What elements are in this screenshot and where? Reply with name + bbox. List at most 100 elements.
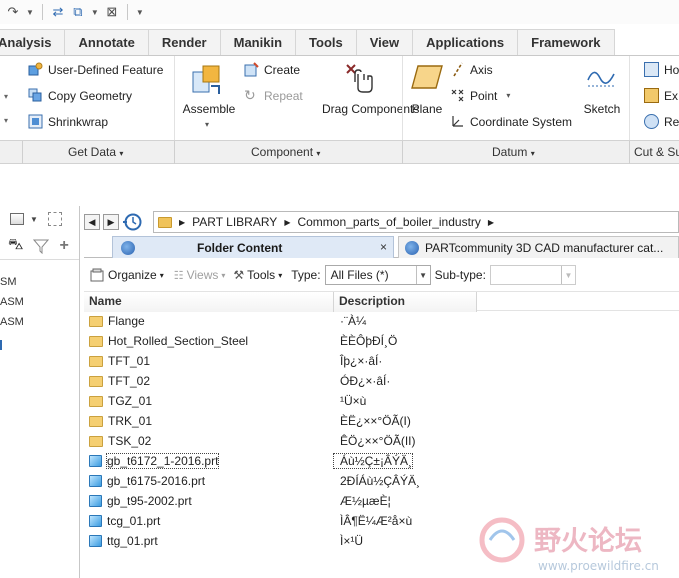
create-button[interactable]: Create <box>244 62 300 77</box>
back-button[interactable]: ◀ <box>84 214 100 230</box>
chevron-down-icon[interactable]: ▼ <box>30 215 38 224</box>
axis-button[interactable]: Axis <box>450 62 493 77</box>
file-name-cell[interactable]: gb_t6175-2016.prt <box>84 474 334 488</box>
chevron-down-icon[interactable]: ▼ <box>415 266 430 284</box>
sketch-icon[interactable] <box>586 62 616 92</box>
list-item[interactable]: ASM <box>0 292 79 312</box>
tools-button[interactable]: Tools <box>247 268 275 282</box>
tab-view[interactable]: View <box>356 29 414 55</box>
group-datum[interactable]: Datum ▾ <box>492 145 535 159</box>
address-bar[interactable]: ▶ PART LIBRARY ▶ Common_parts_of_boiler_… <box>153 211 679 233</box>
file-name-cell[interactable]: Flange <box>84 314 334 328</box>
overflow-arrow-icon[interactable]: ▾ <box>4 92 8 101</box>
user-defined-feature-button[interactable]: User-Defined Feature <box>28 62 163 77</box>
tab-partcommunity[interactable]: PARTcommunity 3D CAD manufacturer cat... <box>398 236 679 258</box>
file-name-cell[interactable]: gb_t95-2002.prt <box>84 494 334 508</box>
assemble-icon[interactable] <box>189 62 225 98</box>
tab-render[interactable]: Render <box>148 29 221 55</box>
history-icon[interactable] <box>122 212 142 232</box>
tab-manikin[interactable]: Manikin <box>220 29 297 55</box>
point-button[interactable]: Point ▾ <box>450 88 510 103</box>
coordinate-system-button[interactable]: Coordinate System <box>450 114 572 129</box>
assemble-label[interactable]: Assemble <box>180 102 238 116</box>
views-button[interactable]: Views <box>187 268 219 282</box>
chevron-right-icon[interactable]: ▶ <box>488 218 494 227</box>
tab-applications[interactable]: Applications <box>413 29 519 55</box>
file-name-cell[interactable]: gb_t6172_1-2016.prt <box>84 453 334 469</box>
group-component[interactable]: Component ▾ <box>251 145 320 159</box>
copy-geometry-button[interactable]: Copy Geometry <box>28 88 132 103</box>
column-header-name[interactable]: Name <box>84 292 334 312</box>
chevron-down-icon[interactable]: ▾ <box>278 271 282 280</box>
tab-analysis[interactable]: Analysis <box>0 29 66 55</box>
regenerate-icon[interactable]: ⇄ <box>51 4 65 20</box>
repeat-button[interactable]: ↻ Repeat <box>244 88 303 103</box>
file-name-cell[interactable]: TSK_02 <box>84 434 334 448</box>
drag-components-label[interactable]: Drag Components <box>322 102 419 117</box>
overflow-arrow-icon[interactable]: ▾ <box>4 116 8 125</box>
customize-toolbar-icon[interactable]: ▼ <box>136 8 144 17</box>
table-row[interactable]: TRK_01 ÈË¿××°ÖÃ(I) <box>84 411 679 431</box>
close-window-icon[interactable]: ⊠ <box>105 4 119 20</box>
table-row[interactable]: Hot_Rolled_Section_Steel ÈÈÔþÐÍ¸Ö <box>84 331 679 351</box>
file-name-cell[interactable]: tcg_01.prt <box>84 514 334 528</box>
type-select[interactable]: All Files (*) ▼ <box>324 265 431 285</box>
chevron-right-icon[interactable]: ▶ <box>284 218 290 227</box>
table-row[interactable]: gb_t95-2002.prt Æ½µæÈ¦ <box>84 491 679 511</box>
binoculars-icon[interactable]: ⛍ <box>8 236 23 255</box>
group-get-data[interactable]: Get Data ▾ <box>68 145 123 159</box>
filter-icon[interactable] <box>33 238 50 254</box>
shrinkwrap-button[interactable]: Shrinkwrap <box>28 114 108 129</box>
organize-icon[interactable] <box>90 268 104 282</box>
file-description: ·¨À¼ <box>340 314 367 328</box>
hole-button[interactable]: Ho <box>644 62 679 77</box>
close-icon[interactable]: × <box>380 240 387 254</box>
extrude-button[interactable]: Ex <box>644 88 678 103</box>
forward-button[interactable]: ▶ <box>103 214 119 230</box>
point-dropdown-icon[interactable]: ▾ <box>506 91 510 100</box>
tab-folder-content[interactable]: Folder Content × <box>112 236 394 258</box>
windows-dropdown-icon[interactable]: ▼ <box>91 8 99 17</box>
plane-label[interactable]: Plane <box>406 102 448 116</box>
redo-dropdown-icon[interactable]: ▼ <box>26 8 34 17</box>
breadcrumb-boiler-parts[interactable]: Common_parts_of_boiler_industry <box>297 215 480 229</box>
group-cut-surface[interactable]: Cut & Su <box>634 145 679 159</box>
plane-icon[interactable] <box>410 64 444 90</box>
tree-filter-icon[interactable] <box>47 212 62 226</box>
subtype-select[interactable]: ▼ <box>489 265 576 285</box>
organize-button[interactable]: Organize <box>108 268 157 282</box>
file-name-cell[interactable]: TRK_01 <box>84 414 334 428</box>
column-header-description[interactable]: Description <box>334 292 477 312</box>
redo-icon[interactable]: ↷ <box>6 4 20 20</box>
file-name-cell[interactable]: ttg_01.prt <box>84 534 334 548</box>
tab-tools[interactable]: Tools <box>296 29 357 55</box>
chevron-down-icon[interactable]: ▾ <box>160 271 164 280</box>
breadcrumb-part-library[interactable]: PART LIBRARY <box>192 215 277 229</box>
chevron-down-icon[interactable]: ▼ <box>560 266 575 284</box>
model-tree-icon[interactable] <box>10 213 24 225</box>
chevron-right-icon[interactable]: ▶ <box>179 218 185 227</box>
browser-tabs: Folder Content × PARTcommunity 3D CAD ma… <box>84 236 679 258</box>
list-item[interactable]: SM <box>0 272 79 292</box>
assemble-dropdown-icon[interactable]: ▾ <box>205 120 209 129</box>
table-row[interactable]: Flange ·¨À¼ <box>84 311 679 331</box>
table-row[interactable]: gb_t6172_1-2016.prt Áù½Ç±¡ÂÝÄ¸ <box>84 451 679 471</box>
table-row[interactable]: TFT_01 Îþ¿×·âÍ· <box>84 351 679 371</box>
file-name-cell[interactable]: Hot_Rolled_Section_Steel <box>84 334 334 348</box>
table-row[interactable]: TFT_02 ÓÐ¿×·âÍ· <box>84 371 679 391</box>
tab-annotate[interactable]: Annotate <box>65 29 149 55</box>
windows-icon[interactable]: ⧉ <box>71 4 85 20</box>
revolve-button[interactable]: Re <box>644 114 679 129</box>
tab-framework[interactable]: Framework <box>518 29 615 55</box>
drag-components-icon[interactable] <box>344 62 376 94</box>
add-icon[interactable]: + <box>59 237 68 255</box>
file-name-cell[interactable]: TFT_02 <box>84 374 334 388</box>
list-item[interactable]: ASM <box>0 312 79 332</box>
table-row[interactable]: TSK_02 ÊÖ¿××°ÖÃ(II) <box>84 431 679 451</box>
table-row[interactable]: gb_t6175-2016.prt 2ÐÍÁù½ÇÂÝÄ¸ <box>84 471 679 491</box>
file-name-cell[interactable]: TGZ_01 <box>84 394 334 408</box>
sketch-label[interactable]: Sketch <box>580 102 624 116</box>
divider <box>126 4 128 20</box>
table-row[interactable]: TGZ_01 ¹Ü×ù <box>84 391 679 411</box>
file-name-cell[interactable]: TFT_01 <box>84 354 334 368</box>
